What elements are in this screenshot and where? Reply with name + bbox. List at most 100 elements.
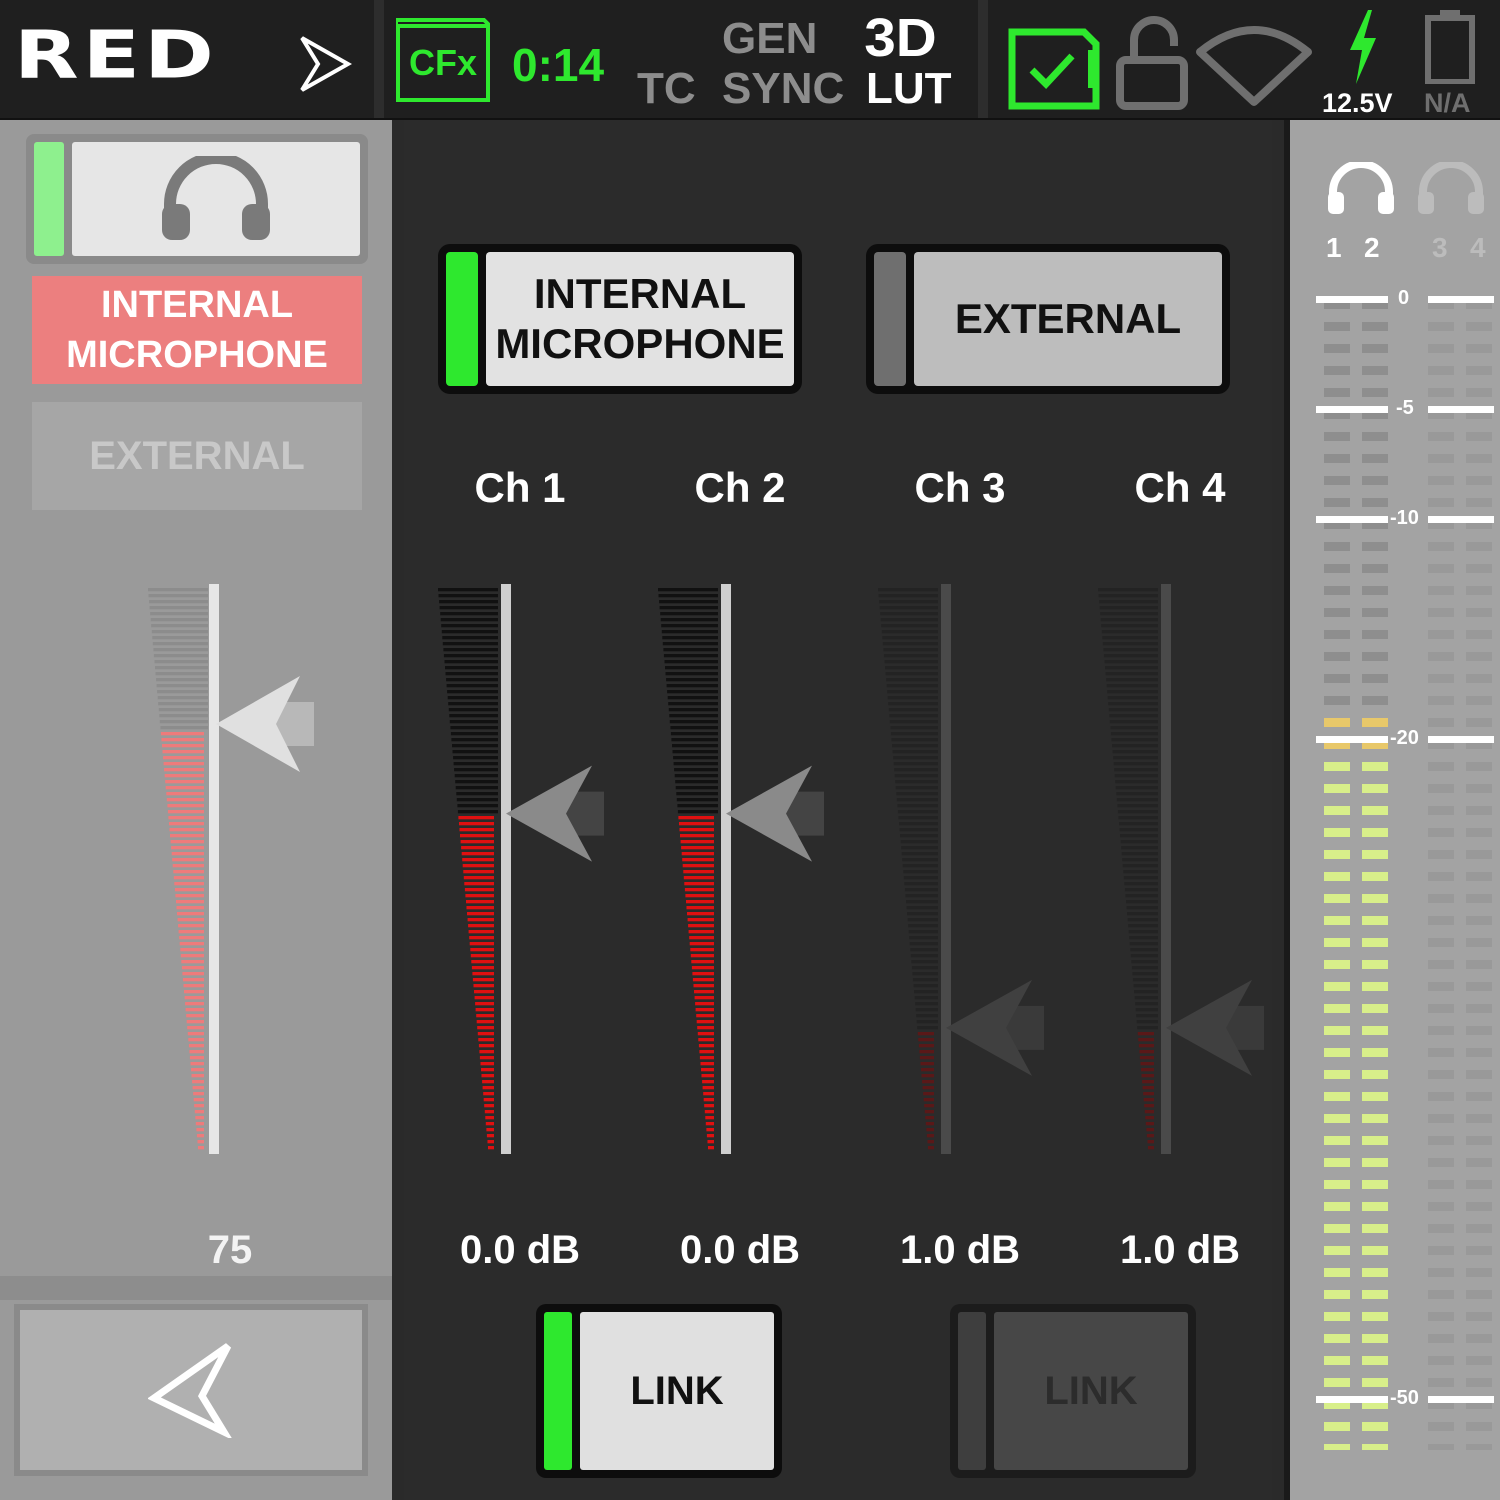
meter-segment (443, 648, 498, 652)
sync-label[interactable]: SYNC (722, 64, 844, 114)
link-ch1-ch2-button[interactable]: LINK (536, 1304, 782, 1478)
meter-segment (660, 618, 718, 622)
meter-segment (1362, 828, 1388, 837)
meter-segment (695, 1002, 714, 1006)
meter-segment (441, 630, 498, 634)
meter-segment (1362, 1180, 1388, 1189)
meter-segment (190, 1062, 204, 1066)
meter-segment (1362, 1048, 1388, 1057)
meter-segment (892, 744, 938, 748)
channel-2-fader[interactable] (640, 580, 840, 1160)
meter-segment (677, 804, 718, 808)
meter-segment (1428, 1334, 1454, 1343)
meter-segment (1107, 690, 1158, 694)
monitor-external-button[interactable]: EXTERNAL (32, 402, 362, 510)
meter-segment (1466, 916, 1492, 925)
meter-segment (450, 732, 498, 736)
meter-segment (1428, 454, 1454, 463)
meter-segment (1428, 564, 1454, 573)
meter-segment (1324, 1026, 1350, 1035)
fader-track (1161, 584, 1171, 1154)
meter-segment (881, 630, 938, 634)
channel-4-fader[interactable] (1080, 580, 1280, 1160)
meter-segment (700, 1062, 714, 1066)
meter-segment (697, 1032, 714, 1036)
media-card-indicator[interactable]: CFx (396, 24, 490, 102)
link-inactive-indicator (958, 1312, 986, 1470)
meter-segment (1103, 654, 1158, 658)
genlock-label[interactable]: GEN (722, 14, 817, 64)
lut-3d-label[interactable]: 3D (864, 11, 936, 65)
meter-segment (1128, 930, 1158, 934)
meter-segment (189, 1056, 204, 1060)
media-check-icon[interactable] (1006, 28, 1102, 110)
external-input-button[interactable]: EXTERNAL (866, 244, 1230, 394)
wifi-icon[interactable] (1194, 20, 1314, 106)
meter-segment (703, 1092, 714, 1096)
meter-segment (686, 906, 714, 910)
meter-segment (698, 1044, 714, 1048)
meter-segment (1362, 696, 1388, 705)
headphone-button[interactable] (26, 134, 368, 264)
meter-segment (1428, 432, 1454, 441)
meter-segment (458, 816, 494, 820)
meter-segment (1143, 1098, 1154, 1102)
meter-segment (1324, 432, 1350, 441)
meter-segment (1108, 708, 1158, 712)
meter-segment (1324, 1246, 1350, 1255)
unlock-icon[interactable] (1114, 16, 1190, 110)
internal-microphone-button[interactable]: INTERNAL MICROPHONE (438, 244, 802, 394)
channel-3-fader[interactable] (860, 580, 1060, 1160)
meter-segment (885, 666, 938, 670)
scale-line-left (1316, 516, 1388, 523)
meter-segment (1324, 960, 1350, 969)
meter-segment (196, 1134, 204, 1138)
meter-segment (473, 984, 494, 988)
meter-segment (1324, 542, 1350, 551)
meter-segment (1428, 388, 1454, 397)
channel-2-label: Ch 2 (694, 464, 786, 511)
meter-segment (1428, 1114, 1454, 1123)
channel-1-fader[interactable] (420, 580, 620, 1160)
meter-segment (666, 678, 718, 682)
meter-segment (1428, 1136, 1454, 1145)
meter-segment (487, 1140, 494, 1144)
headphone-volume-fader[interactable] (130, 580, 330, 1160)
meter-segment (1324, 498, 1350, 507)
meter-segment (472, 978, 494, 982)
link-ch3-ch4-button[interactable]: LINK (950, 1304, 1196, 1478)
meter-segment (197, 1140, 204, 1144)
meter-segment (1362, 454, 1388, 463)
meter-segment (1324, 1114, 1350, 1123)
meter-segment (1428, 608, 1454, 617)
meter-segment (482, 1086, 494, 1090)
meter-segment (664, 660, 718, 664)
meter-segment (917, 1032, 934, 1036)
monitor-internal-microphone-button[interactable]: INTERNAL MICROPHONE (32, 276, 362, 384)
meter-segment (1137, 1026, 1158, 1030)
meter-segment (925, 1116, 934, 1120)
meter-segment (1103, 648, 1158, 652)
meter-segment (1466, 1422, 1492, 1431)
meter-segment (1466, 388, 1492, 397)
meter-segment (677, 810, 718, 814)
meter-segment (665, 666, 718, 670)
meter-segment (1324, 718, 1350, 727)
meter-segment (167, 804, 204, 808)
meter-segment (459, 822, 494, 826)
timecode-label[interactable]: TC (637, 64, 696, 114)
meter-segment (920, 1062, 934, 1066)
back-button[interactable] (14, 1304, 368, 1476)
meter-segment (901, 852, 938, 856)
meter-segment (924, 1110, 934, 1114)
scale-label-minus-5: -5 (1396, 397, 1414, 419)
meter-segment (1123, 870, 1158, 874)
lut-label[interactable]: LUT (866, 64, 952, 114)
meter-segment (1324, 454, 1350, 463)
meter-segment (1466, 718, 1492, 727)
meter-segment (195, 1116, 204, 1120)
meter-segment (882, 642, 938, 646)
meter-segment (457, 804, 498, 808)
meter-segment (902, 858, 938, 862)
meter-segment (1113, 756, 1158, 760)
